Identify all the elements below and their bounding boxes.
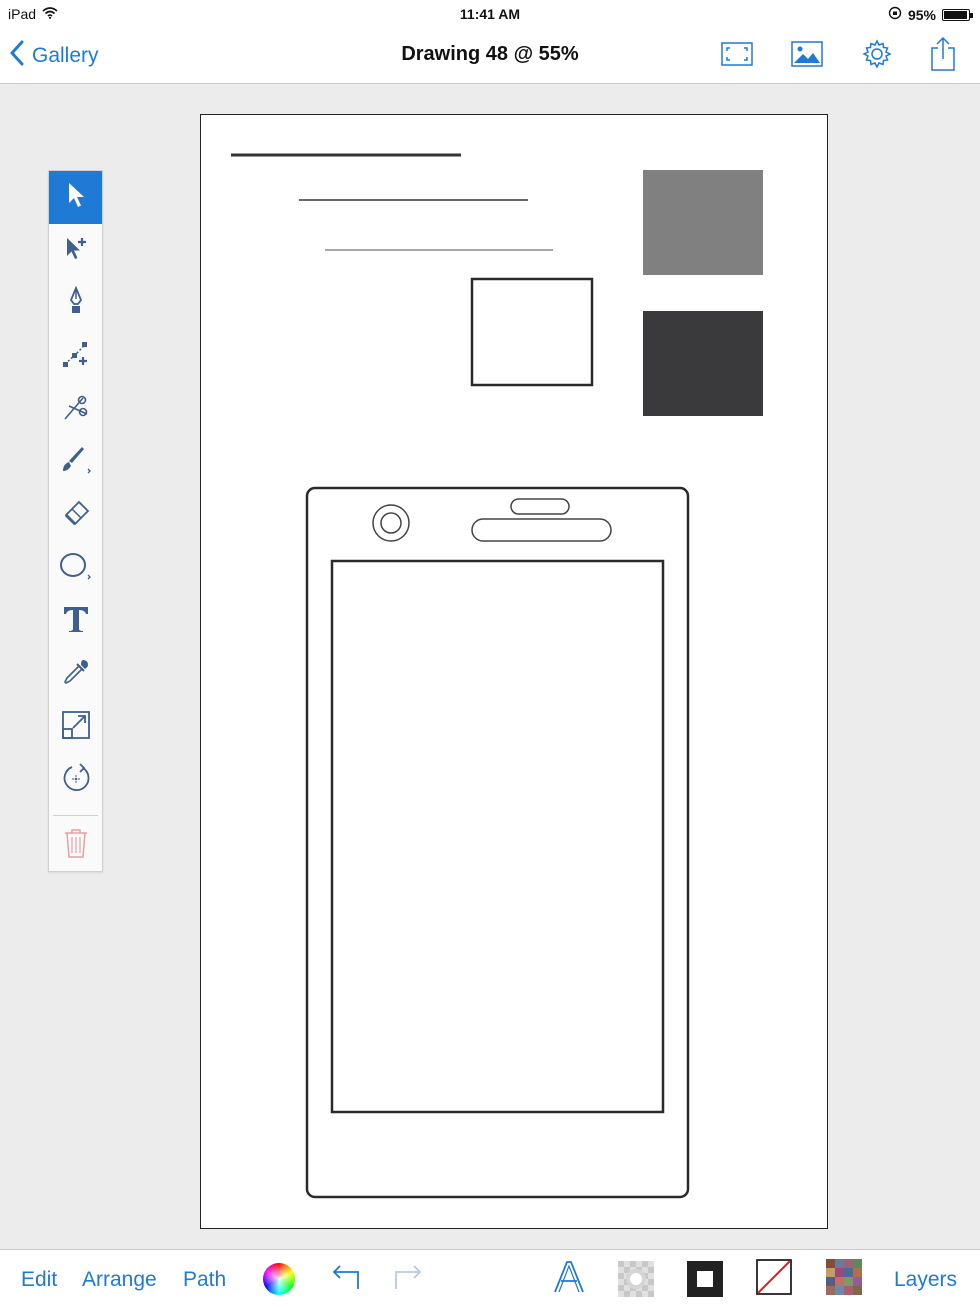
scale-icon <box>61 710 91 745</box>
eyedropper-tool[interactable] <box>49 648 102 701</box>
fountain-pen-icon <box>64 285 88 321</box>
fill-button[interactable] <box>686 1260 724 1298</box>
fullscreen-button[interactable] <box>719 38 755 74</box>
battery-percent: 95% <box>907 6 936 23</box>
texture-grid-icon <box>826 1258 862 1300</box>
navigation-bar: Gallery Drawing 48 @ 55% <box>0 28 980 84</box>
phone-camera-inner[interactable] <box>380 512 402 534</box>
redo-button[interactable] <box>390 1260 428 1298</box>
arrange-button[interactable]: Arrange <box>82 1268 157 1292</box>
status-bar: iPad 11:41 AM 95% <box>0 0 980 28</box>
ellipse-icon <box>58 550 94 587</box>
tool-divider <box>53 815 98 816</box>
redo-icon <box>393 1262 425 1297</box>
color-wheel-icon <box>263 1263 295 1295</box>
arrow-pointer-icon <box>64 181 88 214</box>
paintbrush-icon <box>58 444 94 481</box>
scissors-tool[interactable] <box>49 383 102 436</box>
no-stroke-icon <box>756 1258 792 1300</box>
node-tool[interactable] <box>49 330 102 383</box>
fill-swatch-icon <box>687 1261 723 1297</box>
undo-button[interactable] <box>326 1260 364 1298</box>
page-title: Drawing 48 @ 55% <box>401 43 579 65</box>
opacity-button[interactable] <box>617 1260 655 1298</box>
edit-button[interactable]: Edit <box>21 1268 57 1292</box>
phone-speaker[interactable] <box>471 518 612 542</box>
brush-tool[interactable] <box>49 436 102 489</box>
eyedropper-icon <box>61 657 91 692</box>
rotate-icon <box>60 762 92 799</box>
tools-palette <box>48 170 103 872</box>
share-icon <box>929 36 957 77</box>
pen-tool[interactable] <box>49 277 102 330</box>
eraser-icon <box>61 498 91 533</box>
share-button[interactable] <box>925 36 961 77</box>
eraser-tool[interactable] <box>49 489 102 542</box>
shape-tool[interactable] <box>49 542 102 595</box>
phone-screen[interactable] <box>330 559 665 1114</box>
fullscreen-icon <box>721 41 753 71</box>
canvas-artwork <box>231 153 763 1199</box>
opacity-icon <box>618 1261 654 1297</box>
text-t-icon <box>61 604 91 639</box>
select-tool[interactable] <box>49 171 102 224</box>
image-icon <box>791 40 823 72</box>
gear-icon <box>861 38 893 75</box>
phone-wireframe[interactable] <box>305 486 690 1199</box>
bottom-toolbar: Edit Arrange Path Layers <box>0 1249 980 1307</box>
status-time: 11:41 AM <box>459 6 521 22</box>
text-tool[interactable] <box>49 595 102 648</box>
dark-rectangle[interactable] <box>643 311 763 416</box>
delete-tool[interactable] <box>49 819 102 872</box>
scissors-icon <box>61 392 91 427</box>
orientation-lock-icon <box>888 6 902 23</box>
insert-image-button[interactable] <box>789 38 825 74</box>
trash-icon <box>63 827 89 864</box>
stroke-button[interactable] <box>755 1258 793 1300</box>
direct-select-tool[interactable] <box>49 224 102 277</box>
drawing-canvas[interactable] <box>200 114 828 1229</box>
phone-sensor[interactable] <box>510 498 570 515</box>
outlined-rectangle[interactable] <box>470 277 594 387</box>
node-plus-icon <box>61 339 91 374</box>
scale-tool[interactable] <box>49 701 102 754</box>
layers-button[interactable]: Layers <box>894 1268 957 1292</box>
color-wheel-button[interactable] <box>260 1260 298 1298</box>
settings-button[interactable] <box>859 38 895 74</box>
path-button[interactable]: Path <box>183 1268 226 1292</box>
undo-icon <box>329 1262 361 1297</box>
battery-icon <box>942 8 973 21</box>
arrow-plus-icon <box>62 234 90 267</box>
font-button[interactable] <box>550 1260 588 1298</box>
font-a-icon <box>552 1259 586 1300</box>
texture-button[interactable] <box>825 1258 863 1300</box>
rotate-tool[interactable] <box>49 754 102 807</box>
gray-rectangle[interactable] <box>643 170 763 275</box>
